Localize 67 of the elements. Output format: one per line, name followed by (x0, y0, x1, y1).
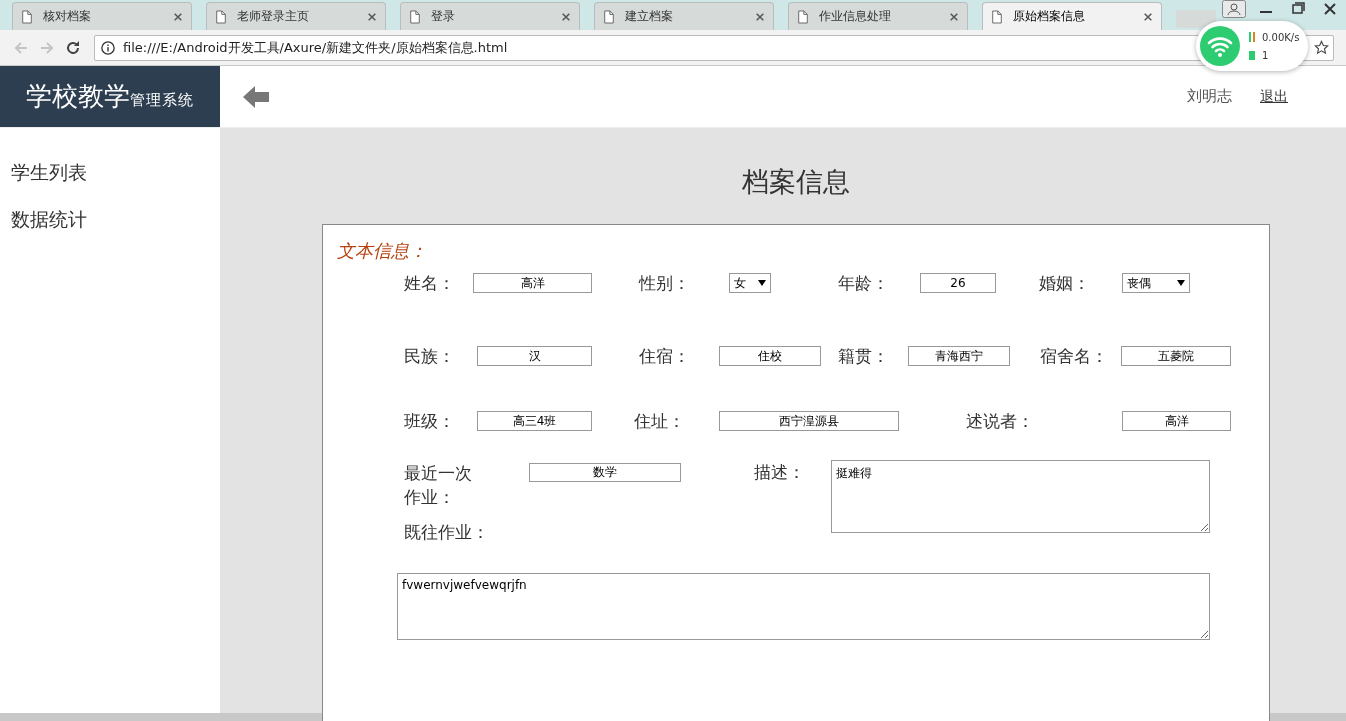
section-title: 文本信息： (337, 239, 428, 263)
page-icon[interactable] (797, 9, 809, 24)
close-icon[interactable] (755, 11, 765, 22)
close-icon[interactable] (173, 11, 183, 22)
field-label: 民族： (404, 344, 456, 368)
page-icon[interactable] (21, 9, 33, 24)
field-label: 最近一次作业： (404, 462, 473, 509)
dropdown[interactable]: 丧偶 (1122, 273, 1190, 293)
sidebar-item[interactable]: 学生列表 (0, 160, 220, 207)
browser-tab[interactable]: 老师登录主页 (206, 2, 386, 30)
field-label: 籍贯： (838, 344, 890, 368)
user-name: 刘明志 (1187, 87, 1232, 106)
browser-tab[interactable]: 核对档案 (12, 2, 192, 30)
page-icon[interactable] (215, 9, 227, 24)
field-label: 姓名： (404, 271, 456, 295)
text-field[interactable]: 住校 (719, 346, 821, 366)
close-icon[interactable] (949, 11, 959, 22)
star-icon[interactable] (1314, 40, 1329, 55)
description-textarea[interactable]: 挺难得 (831, 460, 1210, 533)
field-label: 住宿： (639, 344, 691, 368)
field-label: 性别： (639, 271, 691, 295)
profile-icon[interactable] (1221, 0, 1247, 18)
transfer-icon (1248, 32, 1256, 42)
homework-textarea[interactable]: fvwernvjwefvewqrjfn (397, 573, 1210, 640)
text-field[interactable]: 西宁湟源县 (719, 411, 899, 431)
field-label: 班级： (404, 409, 456, 433)
wifi-icon (1200, 26, 1240, 66)
close-icon[interactable] (1143, 11, 1153, 22)
logo-title: 学校教学 (26, 80, 130, 113)
reload-icon[interactable] (65, 39, 81, 56)
page-icon[interactable] (991, 9, 1003, 24)
field-label: 年龄： (838, 271, 890, 295)
speed-text: 0.00K/s (1262, 31, 1300, 43)
page-icon[interactable] (409, 9, 421, 24)
browser-tab[interactable]: 建立档案 (594, 2, 774, 30)
field-label: 住址： (634, 409, 686, 433)
sidebar-item[interactable]: 数据统计 (0, 207, 220, 254)
field-label: 既往作业： (403, 521, 490, 544)
text-field[interactable]: 五菱院 (1121, 346, 1231, 366)
logo-subtitle: 管理系统 (130, 91, 194, 110)
text-field[interactable]: 数学 (529, 463, 681, 482)
close-icon[interactable] (367, 11, 377, 22)
field-label: 描述： (754, 461, 806, 484)
close-icon[interactable] (561, 11, 571, 22)
browser-tab[interactable]: 作业信息处理 (788, 2, 968, 30)
browser-tab[interactable]: 登录 (400, 2, 580, 30)
text-field[interactable]: 26 (920, 273, 996, 293)
field-label: 述说者： (966, 409, 1035, 433)
info-icon[interactable] (101, 40, 115, 55)
logout-link[interactable]: 退出 (1260, 87, 1288, 106)
page-icon[interactable] (603, 9, 615, 24)
text-field[interactable]: 青海西宁 (908, 346, 1010, 366)
text-field[interactable]: 高三4班 (477, 411, 592, 431)
caret-icon (1177, 280, 1185, 286)
text-field[interactable]: 高洋 (1122, 411, 1231, 431)
scrollbar[interactable] (0, 713, 1346, 721)
page-title: 档案信息 (741, 165, 851, 199)
dropdown[interactable]: 女 (729, 273, 771, 293)
device-count: 1 (1262, 49, 1269, 61)
browser-tab[interactable]: 原始档案信息 (982, 2, 1162, 30)
field-label: 宿舍名： (1040, 344, 1109, 368)
phone-icon (1248, 50, 1256, 60)
field-label: 婚姻： (1039, 271, 1091, 295)
text-field[interactable]: 汉 (477, 346, 592, 366)
caret-icon (758, 280, 766, 286)
back-arrow-icon[interactable] (243, 85, 269, 108)
text-field[interactable]: 高洋 (473, 273, 592, 293)
